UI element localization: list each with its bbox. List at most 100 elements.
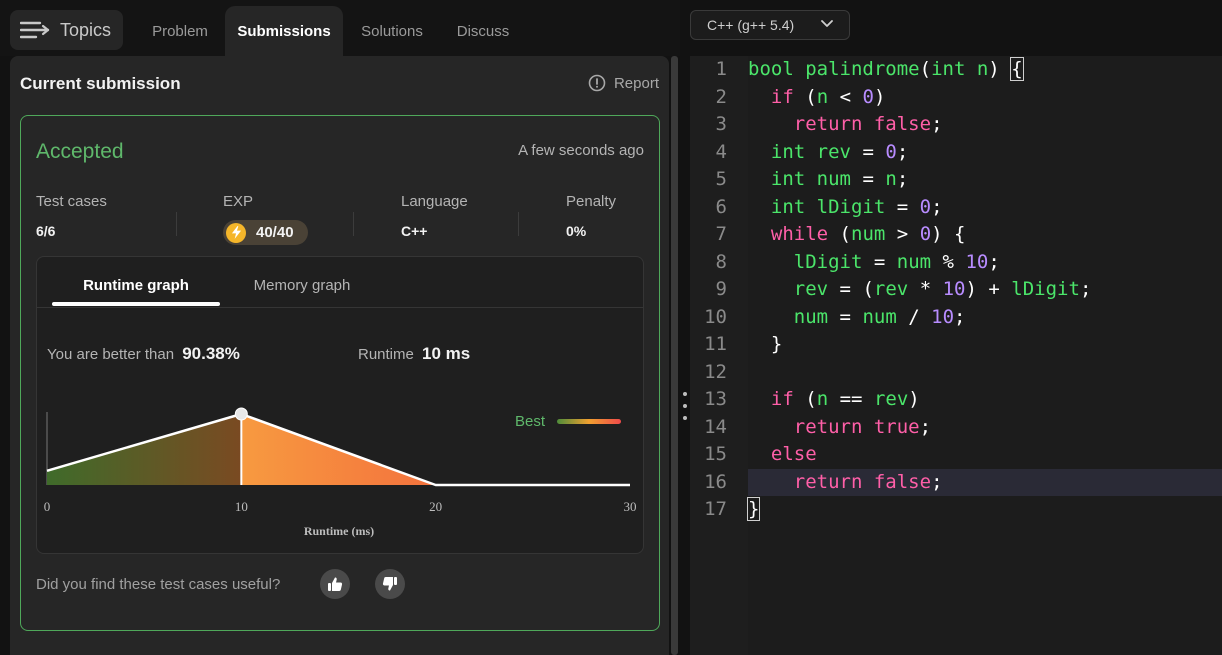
line-number: 7 — [715, 223, 727, 245]
code-text: return false; — [793, 470, 943, 493]
language-value: C++ (g++ 5.4) — [707, 17, 795, 33]
code-text: else — [770, 443, 817, 465]
code-text: } — [770, 333, 783, 355]
tab-divider — [37, 307, 643, 308]
code-line: 7 while (num > 0) { — [690, 221, 1222, 249]
stat-label-language: Language — [401, 193, 468, 210]
line-number: 3 — [715, 113, 727, 135]
tab-memory-graph[interactable]: Memory graph — [233, 271, 371, 307]
x-tick-label: 0 — [44, 499, 51, 514]
timestamp: A few seconds ago — [518, 142, 644, 159]
legend-label: Best — [515, 413, 546, 430]
graph-box: Runtime graph Memory graph You are bette… — [36, 256, 644, 554]
line-number: 14 — [704, 415, 727, 438]
panel-title: Current submission — [20, 74, 181, 93]
code-text: rev = (rev * 10) + lDigit; — [793, 278, 1092, 300]
code-text: bool palindrome(int n) { — [748, 57, 1024, 81]
line-number: 6 — [715, 195, 727, 218]
area-below-marker — [47, 414, 242, 485]
code-text: if (n == rev) — [770, 388, 920, 410]
code-line: 16 return false; — [690, 468, 1222, 496]
percentile-value: 90.38% — [182, 344, 240, 363]
report-button[interactable]: Report — [588, 74, 659, 92]
lightning-icon — [226, 222, 246, 243]
drag-handle-icon[interactable] — [683, 392, 687, 428]
topics-button[interactable]: Topics — [10, 10, 123, 50]
stat-value-penalty: 0% — [566, 223, 587, 239]
code-line: 2 if (n < 0) — [690, 84, 1222, 112]
runtime-marker[interactable] — [234, 407, 248, 421]
code-line: 14 return true; — [690, 414, 1222, 442]
stat-label-penalty: Penalty — [566, 193, 617, 210]
code-line: 8 lDigit = num % 10; — [690, 249, 1222, 277]
stat-divider — [176, 212, 177, 236]
code-text: int num = n; — [770, 168, 909, 190]
x-tick-label: 10 — [235, 499, 248, 514]
percentile-text: You are better than 90.38% — [47, 344, 240, 364]
stat-divider — [518, 212, 519, 236]
result-card: Accepted A few seconds ago Test cases 6/… — [20, 115, 660, 631]
code-line: 9 rev = (rev * 10) + lDigit; — [690, 276, 1222, 304]
x-tick-label: 20 — [429, 499, 442, 514]
code-line: 5 int num = n; — [690, 166, 1222, 194]
thumbs-up-icon — [328, 577, 343, 591]
code-text: return false; — [793, 113, 943, 135]
line-number: 11 — [704, 333, 727, 355]
code-line: 13 if (n == rev) — [690, 386, 1222, 414]
tab-solutions[interactable]: Solutions — [350, 6, 434, 56]
tab-submissions[interactable]: Submissions — [225, 6, 343, 56]
menu-icon — [20, 21, 50, 39]
panel-resizer[interactable] — [669, 56, 680, 655]
app-root: Topics Problem Submissions Solutions Dis… — [0, 0, 1222, 655]
code-text: } — [746, 497, 761, 521]
tab-problem[interactable]: Problem — [140, 6, 220, 56]
runtime-value: 10 ms — [422, 344, 471, 363]
percentile-label: You are better than — [47, 346, 175, 363]
line-number: 4 — [715, 140, 727, 163]
runtime-label: Runtime — [358, 346, 414, 363]
x-tick-labels: 0 10 20 30 — [44, 499, 637, 514]
topics-label: Topics — [60, 19, 112, 40]
code-text: num = num / 10; — [793, 305, 966, 328]
code-text: return true; — [793, 415, 932, 438]
x-axis-label: Runtime (ms) — [304, 524, 374, 538]
stat-label-exp: EXP — [223, 193, 254, 210]
code-line: 17} — [690, 496, 1222, 524]
line-number: 13 — [704, 388, 727, 410]
code-line: 3 return false; — [690, 111, 1222, 139]
legend-swatch — [557, 419, 621, 424]
code-line: 12 — [690, 359, 1222, 387]
code-text: int lDigit = 0; — [770, 195, 943, 218]
alert-circle-icon — [588, 74, 606, 92]
stat-value-exp: 40/40 — [256, 224, 294, 241]
code-line: 4 int rev = 0; — [690, 139, 1222, 167]
x-tick-label: 30 — [624, 499, 637, 514]
line-number: 8 — [715, 250, 727, 273]
stat-value-test-cases: 6/6 — [36, 223, 56, 239]
line-number: 9 — [715, 278, 727, 300]
code-line: 6 int lDigit = 0; — [690, 194, 1222, 222]
stat-divider — [353, 212, 354, 236]
submission-panel: Current submission Report Accepted A few… — [10, 56, 669, 655]
chevron-down-icon — [821, 20, 833, 27]
area-above-marker — [241, 414, 631, 485]
language-select[interactable]: C++ (g++ 5.4) — [690, 10, 850, 40]
line-number: 2 — [715, 85, 727, 108]
code-editor[interactable]: 1 bool palindrome(int n) {2 if (n < 0) 3 r… — [690, 56, 1222, 655]
thumbs-down-button[interactable] — [375, 569, 405, 599]
code-text: while (num > 0) { — [770, 223, 966, 245]
tab-discuss[interactable]: Discuss — [446, 6, 520, 56]
status-text: Accepted — [36, 140, 124, 163]
report-label: Report — [613, 74, 659, 92]
active-tab-indicator — [52, 302, 220, 306]
line-number: 12 — [704, 360, 727, 383]
top-nav: Topics Problem Submissions Solutions Dis… — [0, 0, 680, 56]
line-number: 17 — [704, 498, 727, 520]
line-number: 5 — [715, 168, 727, 190]
line-number: 15 — [704, 443, 727, 465]
thumbs-up-button[interactable] — [320, 569, 350, 599]
code-text: if (n < 0) — [770, 85, 886, 108]
line-number: 1 — [715, 58, 727, 80]
code-line: 11 } — [690, 331, 1222, 359]
line-number: 10 — [704, 305, 727, 328]
